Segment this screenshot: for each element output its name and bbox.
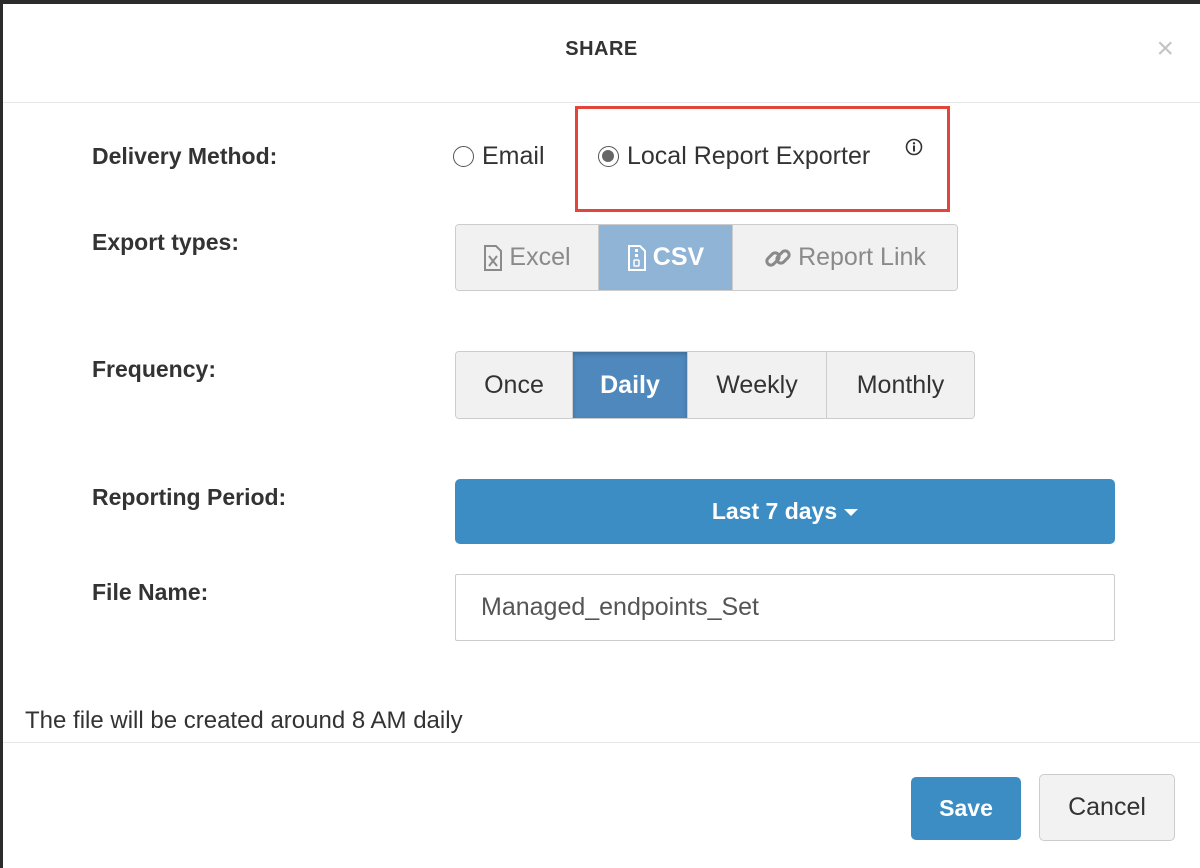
frequency-weekly-button[interactable]: Weekly	[688, 352, 827, 418]
delivery-method-label: Delivery Method:	[92, 143, 278, 169]
radio-email-label[interactable]: Email	[482, 142, 545, 171]
radio-email-circle[interactable]	[453, 146, 474, 167]
dialog-title: SHARE	[565, 38, 638, 60]
reporting-period-value: Last 7 days	[711, 498, 838, 524]
highlight-annotation	[575, 106, 950, 212]
link-icon	[765, 248, 791, 267]
cancel-button[interactable]: Cancel	[1039, 774, 1175, 841]
file-name-label: File Name:	[92, 579, 209, 605]
export-report-link-button[interactable]: Report Link	[733, 225, 957, 290]
export-excel-button[interactable]: Excel	[456, 225, 599, 290]
frequency-group: Once Daily Weekly Monthly	[455, 351, 975, 419]
export-type-group: Excel CSV Report Link	[455, 224, 958, 291]
save-button[interactable]: Save	[911, 777, 1021, 840]
share-dialog: SHARE × Delivery Method: Email Local Rep…	[0, 0, 1200, 868]
excel-file-icon	[484, 244, 503, 271]
export-types-label: Export types:	[92, 229, 239, 255]
caret-down-icon	[844, 509, 859, 516]
file-name-input[interactable]	[455, 574, 1115, 641]
export-csv-button[interactable]: CSV	[599, 225, 733, 290]
frequency-daily-button[interactable]: Daily	[573, 352, 688, 418]
csv-file-icon	[627, 244, 646, 271]
schedule-note: The file will be created around 8 AM dai…	[25, 707, 463, 734]
frequency-label: Frequency:	[92, 356, 216, 382]
close-icon[interactable]: ×	[1156, 34, 1174, 64]
export-excel-label: Excel	[509, 243, 571, 271]
export-report-link-label: Report Link	[798, 243, 926, 271]
frequency-monthly-button[interactable]: Monthly	[827, 352, 974, 418]
reporting-period-dropdown[interactable]: Last 7 days	[455, 479, 1115, 544]
export-csv-label: CSV	[652, 243, 705, 271]
radio-email[interactable]: Email	[453, 142, 545, 171]
reporting-period-label: Reporting Period:	[92, 484, 287, 510]
dialog-header: SHARE ×	[3, 4, 1200, 103]
footer-divider	[3, 742, 1200, 743]
frequency-once-button[interactable]: Once	[456, 352, 573, 418]
